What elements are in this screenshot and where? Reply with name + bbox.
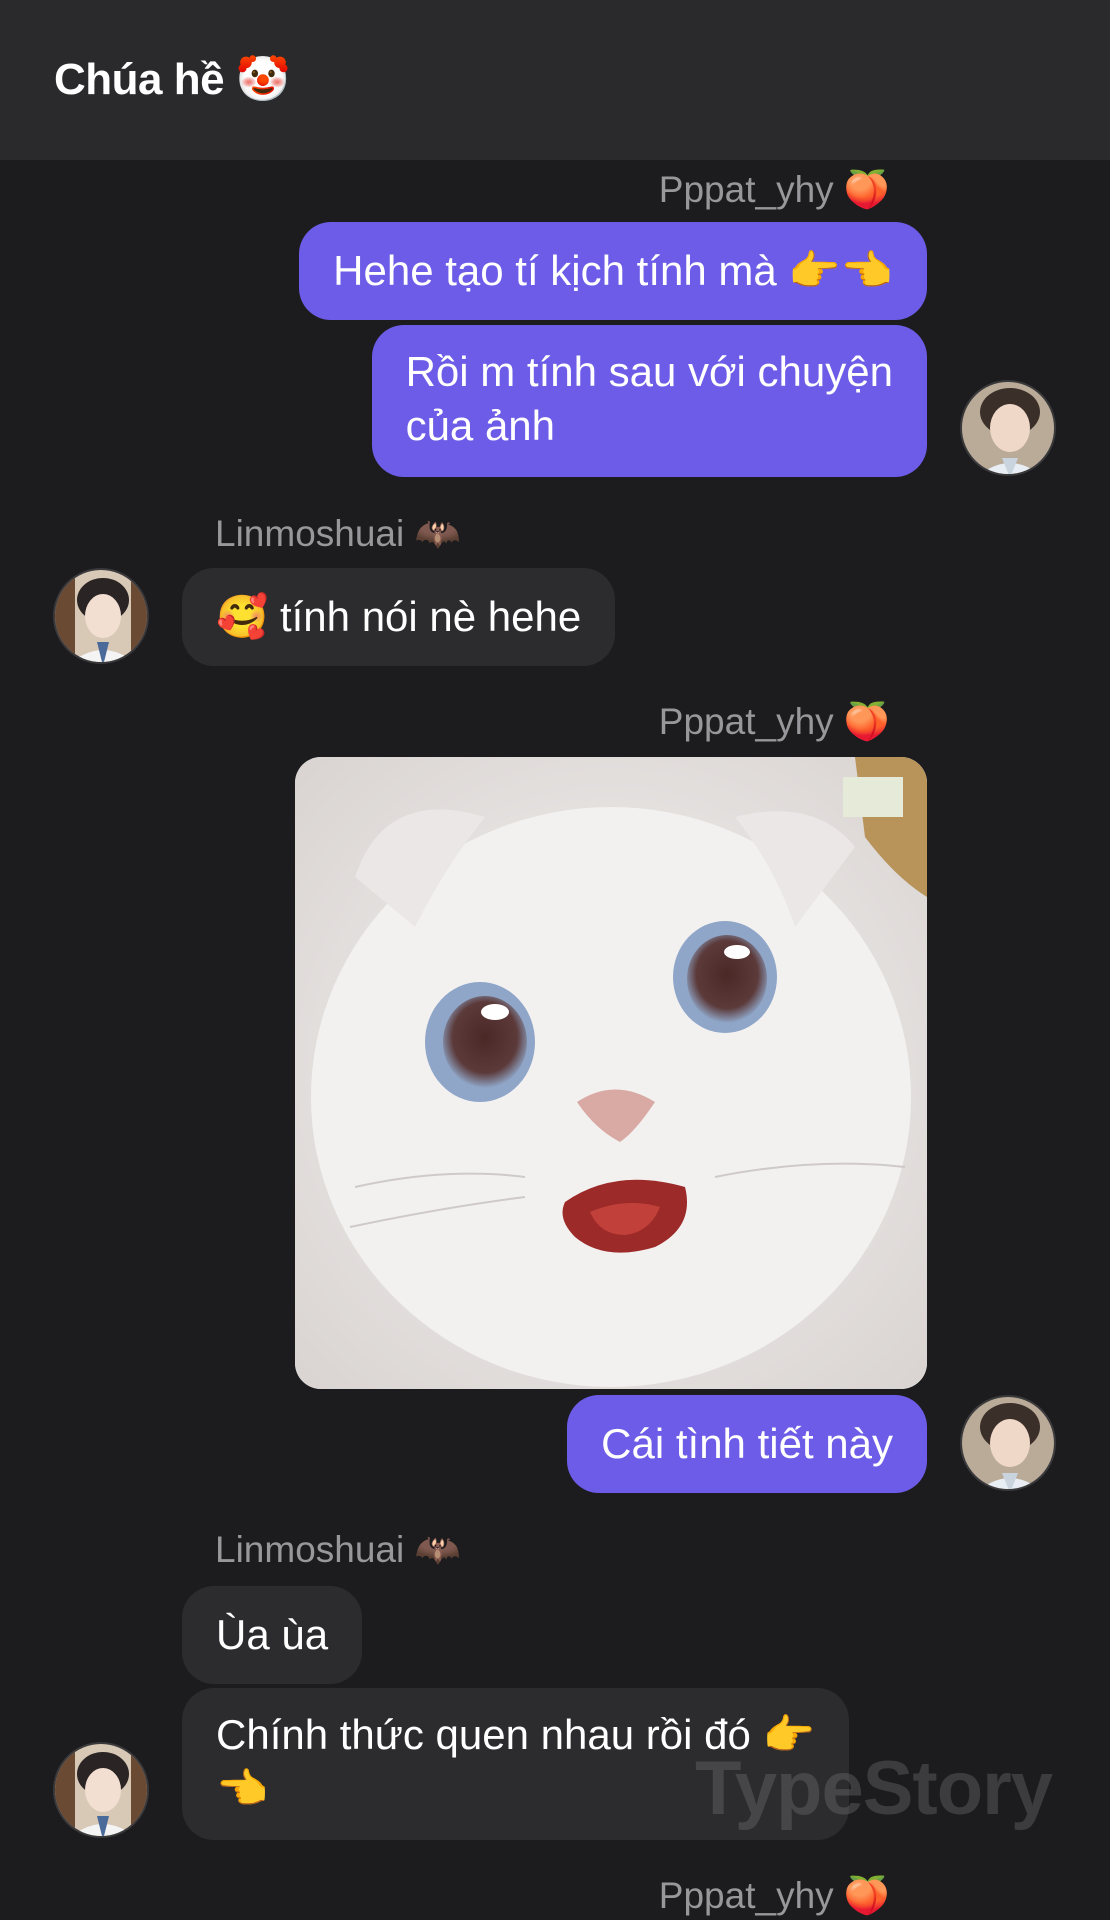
- sender-name: Pppat_yhy 🍑: [658, 1875, 890, 1916]
- message-text: 🥰 tính nói nè hehe: [216, 593, 582, 640]
- message-text: của ảnh: [405, 402, 556, 449]
- cat-photo-icon: [295, 757, 927, 1389]
- message-bubble[interactable]: Ùa ùa: [182, 1586, 363, 1684]
- avatar-pppat[interactable]: [960, 380, 1056, 476]
- message-text: Hehe tạo tí kịch tính mà 👉👈: [333, 247, 893, 294]
- sender-name: Linmoshuai 🦇: [215, 513, 461, 554]
- user-avatar-icon: [55, 1744, 147, 1836]
- message-text: Ùa ùa: [216, 1611, 329, 1658]
- message-bubble[interactable]: Rồi m tính sau với chuyện của ảnh: [371, 325, 927, 477]
- avatar-linmoshuai[interactable]: [53, 1742, 149, 1838]
- user-avatar-icon: [962, 1397, 1054, 1489]
- message-bubble[interactable]: Hehe tạo tí kịch tính mà 👉👈: [299, 222, 927, 320]
- user-avatar-icon: [55, 570, 147, 662]
- message-text: Rồi m tính sau với chuyện: [405, 348, 893, 395]
- message-bubble[interactable]: Cái tình tiết này: [567, 1395, 927, 1493]
- chat-title[interactable]: Chúa hề 🤡: [54, 52, 291, 108]
- sender-name: Pppat_yhy 🍑: [658, 701, 890, 742]
- sender-name: Pppat_yhy 🍑: [658, 169, 890, 210]
- message-bubble[interactable]: 🥰 tính nói nè hehe: [182, 568, 616, 666]
- avatar-pppat[interactable]: [960, 1395, 1056, 1491]
- message-text: Cái tình tiết này: [601, 1420, 893, 1467]
- chat-header: Chúa hề 🤡: [0, 0, 1110, 160]
- user-avatar-icon: [962, 382, 1054, 474]
- shared-image-cat[interactable]: [295, 757, 927, 1389]
- watermark: TypeStory: [695, 1746, 1053, 1831]
- sender-name: Linmoshuai 🦇: [215, 1529, 461, 1570]
- avatar-linmoshuai[interactable]: [53, 568, 149, 664]
